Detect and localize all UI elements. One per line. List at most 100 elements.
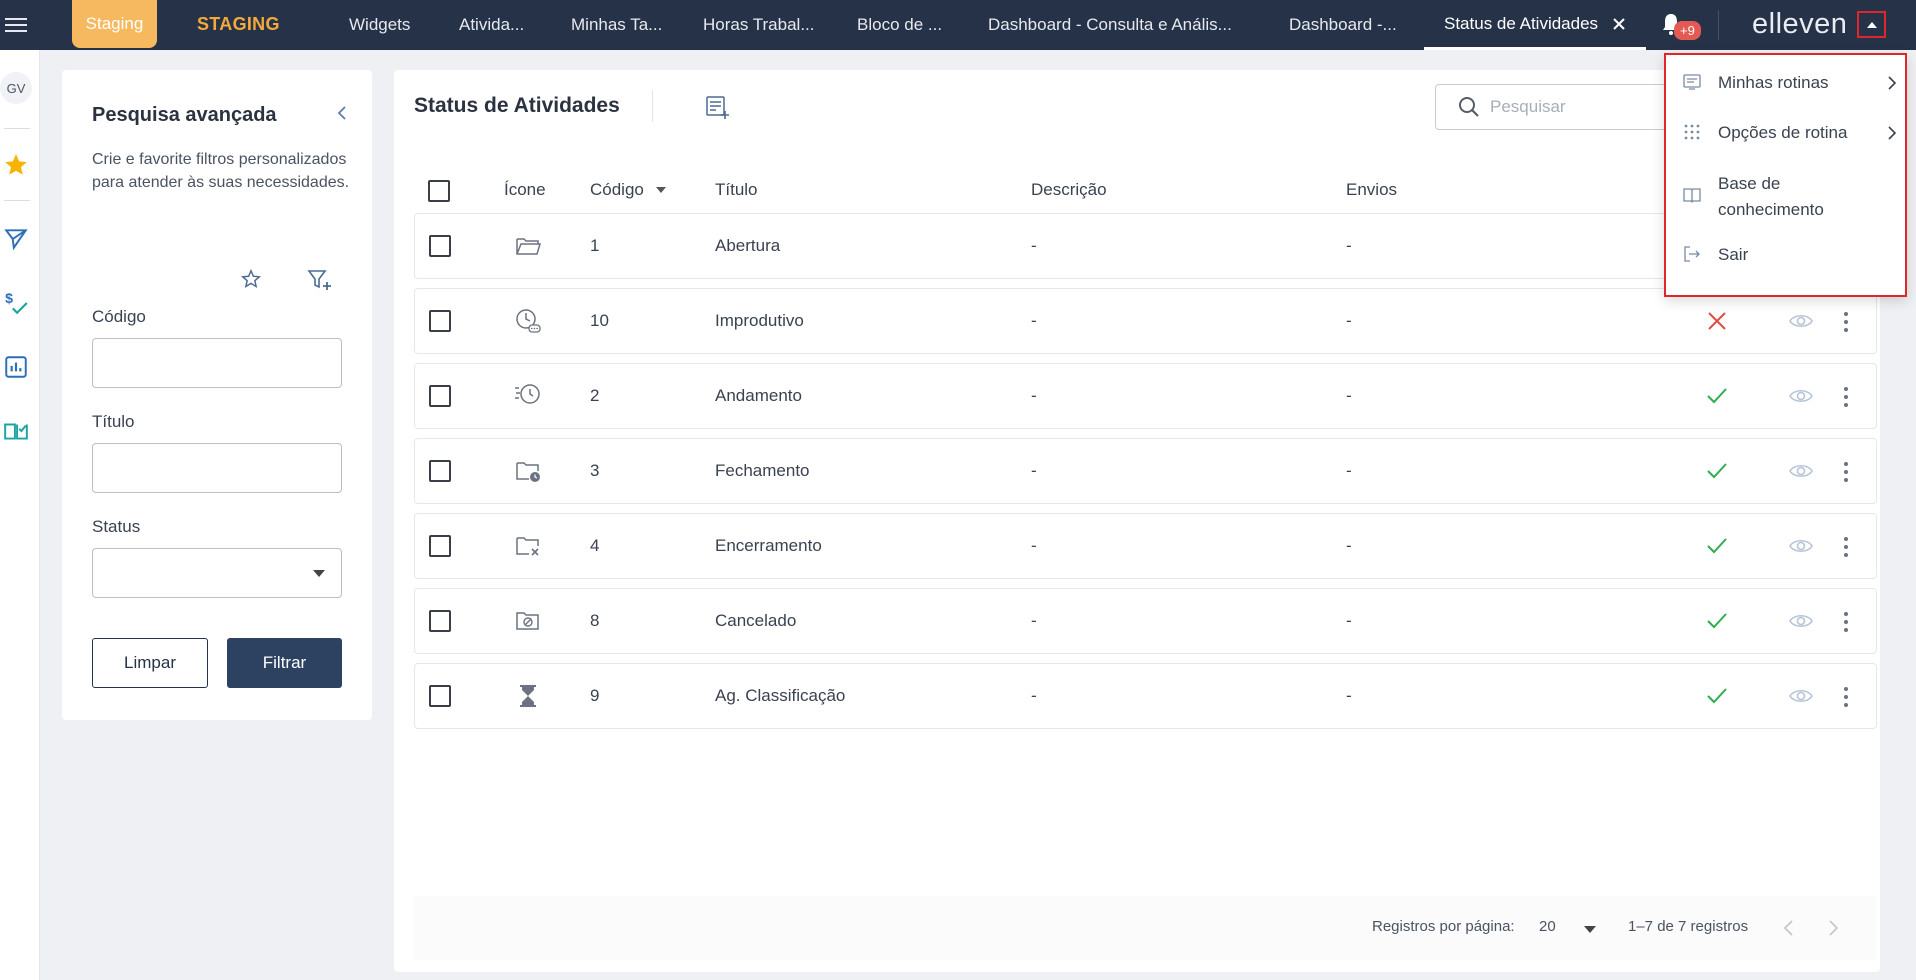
- caret-down-icon[interactable]: [1584, 926, 1596, 933]
- folder-open-icon: [516, 238, 542, 255]
- divider: [652, 90, 653, 122]
- column-header-codigo[interactable]: Código: [590, 180, 666, 200]
- chevron-left-icon[interactable]: [1780, 918, 1798, 938]
- table-row[interactable]: 4 Encerramento - -: [414, 513, 1877, 579]
- eye-icon[interactable]: [1789, 311, 1813, 331]
- table-row[interactable]: 1 Abertura - -: [414, 213, 1877, 279]
- close-icon[interactable]: [1612, 17, 1626, 31]
- clear-button[interactable]: Limpar: [92, 638, 208, 688]
- eye-icon[interactable]: [1789, 386, 1813, 406]
- cell-titulo: Andamento: [715, 386, 802, 405]
- column-header-icone: Ícone: [504, 180, 546, 199]
- eye-icon[interactable]: [1789, 461, 1813, 481]
- search-input[interactable]: [1488, 96, 1668, 118]
- more-options-icon[interactable]: [1841, 384, 1851, 410]
- fast-clock-icon: [515, 384, 540, 404]
- table-header: Ícone Código Título Descrição Envios: [414, 166, 1874, 216]
- cell-envios: -: [1346, 611, 1352, 630]
- notification-badge: +9: [1674, 21, 1701, 40]
- advanced-search-panel: Pesquisa avançada Crie e favorite filtro…: [62, 70, 372, 720]
- cell-codigo: 1: [590, 236, 600, 255]
- search-field[interactable]: [1435, 84, 1685, 130]
- avatar[interactable]: GV: [0, 72, 32, 104]
- main-panel: Status de Atividades Ícone Código Título…: [394, 70, 1880, 972]
- select-all-checkbox[interactable]: [428, 180, 450, 202]
- menu-item-minhas-rotinas[interactable]: Minhas rotinas: [1666, 65, 1905, 109]
- row-checkbox[interactable]: [429, 460, 451, 482]
- table-row[interactable]: 10 Improdutivo - -: [414, 288, 1877, 354]
- tab-atividades[interactable]: Ativida...: [459, 0, 524, 50]
- row-checkbox[interactable]: [429, 610, 451, 632]
- environment-label: STAGING: [197, 14, 280, 34]
- tab-dashboard-consulta[interactable]: Dashboard - Consulta e Anális...: [988, 0, 1232, 50]
- user-menu-toggle[interactable]: [1857, 11, 1886, 38]
- tab-status-de-atividades[interactable]: Status de Atividades: [1424, 0, 1647, 50]
- table-row[interactable]: 3 Fechamento - -: [414, 438, 1877, 504]
- cell-descricao: -: [1031, 386, 1037, 405]
- book-icon[interactable]: [3, 418, 29, 444]
- check-icon: [1707, 688, 1727, 704]
- favorite-star-icon[interactable]: [240, 268, 262, 290]
- eye-icon[interactable]: [1789, 536, 1813, 556]
- cell-envios: -: [1346, 236, 1352, 255]
- chart-icon[interactable]: [3, 354, 29, 380]
- add-filter-icon[interactable]: [307, 268, 333, 292]
- eye-icon[interactable]: [1789, 611, 1813, 631]
- hamburger-menu-icon[interactable]: [4, 13, 28, 37]
- folder-x-icon: [516, 537, 539, 556]
- per-page-label: Registros por página:: [1372, 918, 1515, 935]
- dollar-check-icon[interactable]: $: [3, 290, 29, 316]
- table-row[interactable]: 9 Ag. Classificação - -: [414, 663, 1877, 729]
- filter-button[interactable]: Filtrar: [227, 638, 342, 688]
- logout-icon: [1684, 246, 1700, 262]
- more-options-icon[interactable]: [1841, 684, 1851, 710]
- cell-codigo: 8: [590, 611, 600, 630]
- column-header-descricao: Descrição: [1031, 180, 1107, 199]
- column-header-envios: Envios: [1346, 180, 1398, 199]
- row-checkbox[interactable]: [429, 385, 451, 407]
- star-icon[interactable]: [3, 152, 29, 178]
- table-row[interactable]: 2 Andamento - -: [414, 363, 1877, 429]
- search-icon: [1459, 97, 1479, 117]
- tab-minhas-tarefas[interactable]: Minhas Ta...: [571, 0, 662, 50]
- send-icon[interactable]: [3, 226, 29, 252]
- more-options-icon[interactable]: [1841, 534, 1851, 560]
- cell-codigo: 3: [590, 461, 600, 480]
- table-row[interactable]: 8 Cancelado - -: [414, 588, 1877, 654]
- sort-down-icon: [655, 187, 666, 193]
- cell-descricao: -: [1031, 686, 1037, 705]
- codigo-label: Código: [92, 307, 146, 326]
- tab-bloco-de-notas[interactable]: Bloco de ...: [857, 0, 942, 50]
- tab-horas-trabalhadas[interactable]: Horas Trabal...: [703, 0, 815, 50]
- clock-list-icon: [516, 309, 541, 333]
- tab-widgets[interactable]: Widgets: [349, 0, 410, 50]
- row-checkbox[interactable]: [429, 235, 451, 257]
- menu-item-base-de-conhecimento[interactable]: Base de conhecimento: [1666, 167, 1905, 223]
- chevron-right-icon[interactable]: [1824, 918, 1842, 938]
- chevron-right-icon: [1888, 126, 1897, 140]
- codigo-input[interactable]: [92, 338, 342, 388]
- add-record-icon[interactable]: [704, 94, 730, 120]
- cell-codigo: 4: [590, 536, 600, 555]
- eye-icon[interactable]: [1789, 686, 1813, 706]
- more-options-icon[interactable]: [1841, 459, 1851, 485]
- chevron-left-icon[interactable]: [334, 104, 352, 122]
- left-rail: GV $: [0, 50, 40, 980]
- row-checkbox[interactable]: [429, 310, 451, 332]
- per-page-select[interactable]: 20: [1539, 918, 1556, 935]
- top-bar: Staging STAGING Widgets Ativida... Minha…: [0, 0, 1916, 50]
- tab-dashboard[interactable]: Dashboard -...: [1289, 0, 1397, 50]
- row-checkbox[interactable]: [429, 535, 451, 557]
- caret-up-icon: [1866, 21, 1877, 28]
- divider: [4, 200, 30, 201]
- titulo-label: Título: [92, 412, 135, 431]
- row-checkbox[interactable]: [429, 685, 451, 707]
- panel-title: Pesquisa avançada: [92, 104, 277, 126]
- titulo-input[interactable]: [92, 443, 342, 493]
- menu-item-opcoes-de-rotina[interactable]: Opções de rotina: [1666, 115, 1905, 159]
- more-options-icon[interactable]: [1841, 309, 1851, 335]
- menu-item-sair[interactable]: Sair: [1666, 239, 1905, 279]
- more-options-icon[interactable]: [1841, 609, 1851, 635]
- svg-text:$: $: [5, 290, 13, 306]
- status-select[interactable]: [92, 548, 342, 598]
